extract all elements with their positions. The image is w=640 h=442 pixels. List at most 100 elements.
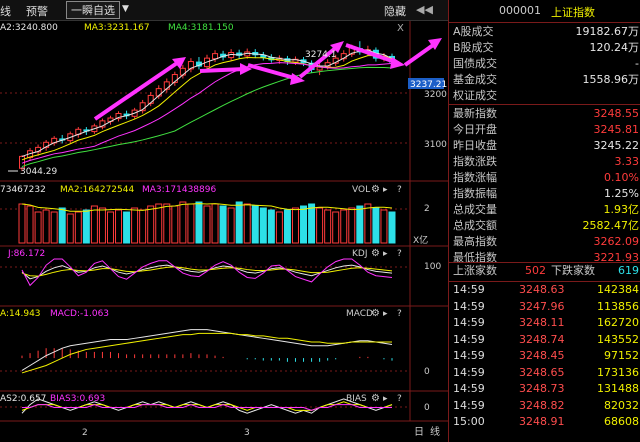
volume-bar bbox=[179, 201, 187, 244]
vol-ma2-legend: MA2:164272544 bbox=[60, 185, 134, 195]
tick-time: 14:59 bbox=[453, 349, 485, 362]
volume-bar bbox=[26, 205, 34, 244]
tick-price: 3248.82 bbox=[519, 398, 565, 412]
tick-row[interactable]: 14:59 3248.82 82032 bbox=[449, 398, 640, 414]
up-count-label: 上涨家数 bbox=[453, 264, 497, 277]
kline-chart-area[interactable]: A2:3240.800 MA3:3231.167 MA4:3181.150 X … bbox=[0, 21, 448, 442]
volume-bar bbox=[380, 209, 388, 244]
volume-bar bbox=[348, 207, 356, 244]
volume-bar bbox=[131, 207, 139, 244]
volume-bar bbox=[155, 203, 163, 244]
arrow-right-icon[interactable]: ▸ bbox=[383, 309, 388, 319]
volume-bar bbox=[275, 211, 283, 244]
stat-value: 1558.96万 bbox=[582, 73, 640, 86]
volume-bar bbox=[50, 211, 58, 244]
volume-bar bbox=[340, 209, 348, 244]
hide-button[interactable]: 隐藏 bbox=[384, 3, 406, 19]
tick-row[interactable]: 15:00 3248.91 68608 bbox=[449, 414, 640, 430]
volume-bar bbox=[171, 205, 179, 244]
kdj-axis-100: 100 bbox=[424, 262, 441, 272]
index-stat-row: 指数涨跌 3.33 bbox=[449, 154, 640, 170]
bias2-legend: AS2:0.657 bbox=[0, 394, 46, 404]
gear-icon[interactable]: ⚙ bbox=[371, 393, 380, 404]
volume-bar bbox=[364, 203, 372, 244]
index-stat-row: 指数振幅 1.25% bbox=[449, 186, 640, 202]
kdj-indicator-name[interactable]: KDJ bbox=[352, 249, 368, 259]
period-line-button[interactable]: 线 bbox=[430, 425, 440, 438]
tick-row[interactable]: 14:59 3248.73 131488 bbox=[449, 381, 640, 397]
bias3-legend: BIAS3:0.693 bbox=[50, 394, 105, 404]
help-icon[interactable]: ? bbox=[397, 394, 402, 404]
tick-row[interactable]: 14:59 3248.11 162720 bbox=[449, 315, 640, 331]
tick-trade-list[interactable]: 14:59 3248.63 142384 14:59 3247.96 113856 14:5… bbox=[449, 282, 640, 432]
ma2-legend: A2:3240.800 bbox=[0, 23, 58, 33]
quote-header: 000001 上证指数 bbox=[449, 0, 640, 23]
index-stat-row: 今日开盘 3245.81 bbox=[449, 122, 640, 138]
volume-bar bbox=[324, 209, 332, 244]
volume-bar bbox=[42, 209, 50, 244]
stat-label: 基金成交 bbox=[453, 73, 497, 86]
vol-axis-2: 2 bbox=[424, 204, 430, 214]
collapse-arrows-icon[interactable]: ◀◀ bbox=[416, 3, 433, 16]
macd-value-legend: MACD:-1.063 bbox=[50, 309, 109, 319]
tick-row[interactable]: 14:59 3247.96 113856 bbox=[449, 299, 640, 315]
arrow-right-icon[interactable]: ▸ bbox=[383, 185, 388, 195]
volume-bar bbox=[283, 209, 291, 244]
gear-icon[interactable]: ⚙ bbox=[371, 248, 380, 259]
volume-bar bbox=[115, 209, 123, 244]
close-icon[interactable]: X bbox=[397, 23, 404, 34]
turnover-row: 国债成交 - bbox=[449, 56, 640, 72]
arrow-right-icon[interactable]: ▸ bbox=[383, 394, 388, 404]
tick-price: 3248.74 bbox=[519, 332, 565, 346]
tick-row[interactable]: 14:59 3248.74 143552 bbox=[449, 332, 640, 348]
tick-row[interactable]: 14:59 3248.45 97152 bbox=[449, 348, 640, 364]
gear-icon[interactable]: ⚙ bbox=[371, 184, 380, 195]
arrow-right-icon[interactable]: ▸ bbox=[383, 249, 388, 259]
period-selector[interactable]: 一瞬自选 bbox=[66, 1, 120, 19]
turnover-row: B股成交 120.24万 bbox=[449, 40, 640, 56]
index-stat-row: 总成交额 2582.47亿 bbox=[449, 218, 640, 234]
vol-ma3-legend: MA3:171438896 bbox=[142, 185, 216, 195]
period-day-button[interactable]: 日 bbox=[414, 427, 424, 438]
kdj-j-legend: J:86.172 bbox=[7, 249, 45, 259]
volume-bar bbox=[74, 211, 82, 244]
stat-label: 昨日收盘 bbox=[453, 139, 497, 152]
tick-row[interactable]: 14:59 3248.65 173136 bbox=[449, 365, 640, 381]
macd-indicator-name[interactable]: MACD bbox=[346, 309, 373, 319]
axis-3100: 3100 bbox=[424, 140, 447, 150]
tick-row[interactable]: 14:59 3248.63 142384 bbox=[449, 282, 640, 298]
tab-line[interactable]: 线 bbox=[0, 3, 11, 19]
axis-3200: 3200 bbox=[424, 90, 447, 100]
stat-label: A股成交 bbox=[453, 25, 494, 38]
help-icon[interactable]: ? bbox=[397, 185, 402, 195]
tick-price: 3248.45 bbox=[519, 349, 565, 362]
volume-bar bbox=[123, 211, 131, 244]
macd-axis-0: 0 bbox=[424, 367, 430, 377]
volume-bar bbox=[66, 213, 74, 244]
chart-toolbar: 线 预警 一瞬自选 ▼ 隐藏 ◀◀ bbox=[0, 0, 448, 21]
tick-volume: 113856 bbox=[597, 299, 639, 313]
volume-bar bbox=[147, 205, 155, 244]
stat-value: 3.33 bbox=[614, 155, 640, 168]
volume-bar bbox=[18, 203, 26, 244]
gear-icon[interactable]: ⚙ bbox=[371, 308, 380, 319]
stat-label: 今日开盘 bbox=[453, 123, 497, 136]
current-price-tag: 3237.21 bbox=[410, 80, 447, 90]
tick-volume: 97152 bbox=[604, 349, 639, 362]
dropdown-arrow-icon[interactable]: ▼ bbox=[122, 4, 129, 14]
tick-price: 3248.63 bbox=[519, 283, 565, 296]
volume-bar bbox=[235, 201, 243, 244]
warning-button[interactable]: 预警 bbox=[26, 3, 48, 19]
help-icon[interactable]: ? bbox=[397, 249, 402, 259]
tick-time: 14:59 bbox=[453, 316, 485, 329]
volume-bar bbox=[316, 207, 324, 244]
index-stat-row: 最新指数 3248.55 bbox=[449, 106, 640, 122]
stat-label: 总成交量 bbox=[453, 203, 497, 216]
tick-time: 15:00 bbox=[453, 415, 485, 428]
stat-value: 2582.47亿 bbox=[582, 219, 640, 232]
stat-label: B股成交 bbox=[453, 41, 494, 54]
x-axis-month-2: 2 bbox=[82, 428, 88, 438]
bias-indicator-name[interactable]: BIAS bbox=[346, 394, 367, 404]
help-icon[interactable]: ? bbox=[397, 309, 402, 319]
vol-indicator-name[interactable]: VOL bbox=[352, 185, 370, 195]
